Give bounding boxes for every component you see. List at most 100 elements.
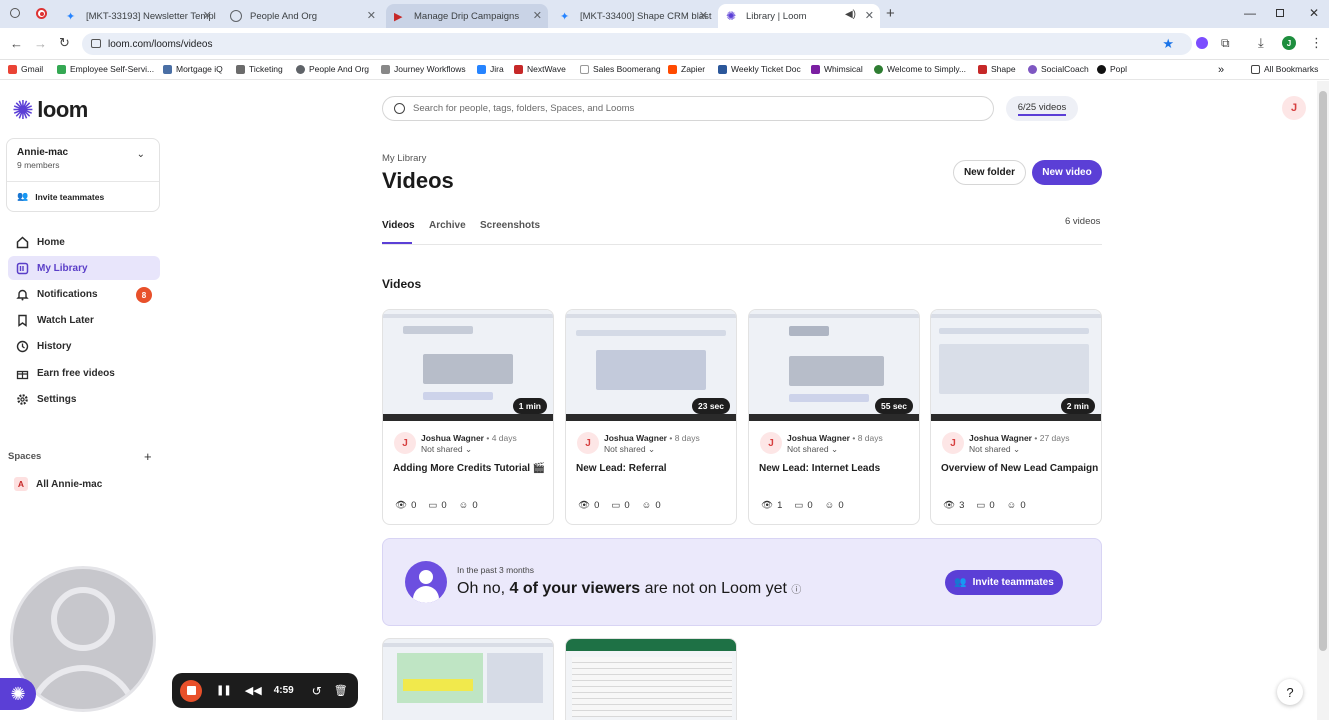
chevron-down-icon: ⌄ — [464, 444, 473, 454]
video-card[interactable]: 1 min J Joshua Wagner • 4 days Not share… — [382, 309, 554, 525]
browser-tab[interactable]: ✦ [MKT-33193] Newsletter Templ ✕ — [58, 4, 218, 28]
video-author: Joshua Wagner • 8 days — [604, 433, 700, 443]
tab-videos[interactable]: Videos — [382, 220, 415, 231]
extension-icon[interactable] — [1196, 37, 1208, 49]
sidebar-item-earn-free-videos[interactable]: Earn free videos — [8, 361, 160, 385]
close-icon[interactable]: ✕ — [699, 9, 708, 22]
bookmark-item[interactable]: Popl — [1097, 64, 1127, 74]
site-info-icon[interactable] — [91, 39, 101, 48]
minimize-button[interactable]: — — [1244, 6, 1256, 20]
profile-avatar[interactable]: J — [1282, 36, 1296, 50]
sidebar-item-home[interactable]: Home — [8, 230, 160, 254]
close-icon[interactable]: ✕ — [203, 9, 212, 22]
back-icon[interactable]: ← — [10, 36, 23, 51]
video-thumbnail[interactable]: 23 sec — [566, 310, 736, 421]
tab-screenshots[interactable]: Screenshots — [480, 220, 540, 231]
video-title[interactable]: New Lead: Internet Leads — [759, 463, 880, 474]
video-thumbnail[interactable]: 1 min — [383, 310, 553, 421]
bookmark-item[interactable]: Zapier — [668, 64, 705, 74]
download-icon[interactable]: ⤓ — [1258, 35, 1264, 51]
menu-kebab-icon[interactable]: ⋮ — [1310, 35, 1323, 51]
bookmark-item[interactable]: Jira — [477, 64, 504, 74]
maximize-button[interactable] — [1276, 6, 1284, 20]
bookmark-item[interactable]: Gmail — [8, 64, 43, 74]
video-title[interactable]: Adding More Credits Tutorial 🎬 — [393, 463, 545, 474]
extensions-puzzle-icon[interactable]: ⧉ — [1221, 36, 1230, 51]
bookmark-item[interactable]: Sales Boomerang — [580, 64, 661, 74]
record-indicator-icon[interactable] — [36, 8, 47, 19]
close-icon[interactable]: ✕ — [865, 9, 874, 22]
help-button[interactable]: ? — [1277, 679, 1303, 705]
bookmark-item[interactable]: SocialCoach — [1028, 64, 1089, 74]
new-video-button[interactable]: New video — [1032, 160, 1102, 185]
invite-teammates-button[interactable]: 👥 Invite teammates — [945, 570, 1063, 595]
window-close-button[interactable]: ✕ — [1309, 6, 1319, 20]
reload-icon[interactable]: ↻ — [59, 35, 70, 51]
duration-badge: 55 sec — [875, 398, 913, 414]
url-field[interactable]: loom.com/looms/videos ★ — [82, 33, 1192, 55]
scrollbar[interactable] — [1317, 81, 1329, 720]
browser-tab[interactable]: People And Org ✕ — [222, 4, 382, 28]
tab-search-icon[interactable] — [10, 8, 20, 18]
forward-icon[interactable]: → — [34, 36, 47, 51]
browser-tab-active[interactable]: ✺ Library | Loom ◀) ✕ — [718, 4, 880, 28]
video-card[interactable]: 2 min J Joshua Wagner • 27 days Not shar… — [930, 309, 1102, 525]
share-status-dropdown[interactable]: Not shared ⌄ — [421, 444, 472, 455]
space-item-all-annie-mac[interactable]: A All Annie-mac — [14, 477, 102, 491]
video-title[interactable]: New Lead: Referral — [576, 463, 667, 474]
page-title: Videos — [382, 168, 454, 193]
speaker-icon[interactable]: ◀) — [845, 9, 856, 20]
bookmark-item[interactable]: Whimsical — [811, 64, 863, 74]
video-thumbnail[interactable] — [566, 639, 736, 720]
bookmark-item[interactable]: NextWave — [514, 64, 566, 74]
workspace-switcher[interactable]: Annie-mac 9 members ⌄ 👥 Invite teammates — [6, 138, 160, 212]
scrollbar-thumb[interactable] — [1319, 91, 1327, 651]
bookmark-item[interactable]: Ticketing — [236, 64, 283, 74]
tab-archive[interactable]: Archive — [429, 220, 466, 231]
share-status-dropdown[interactable]: Not shared ⌄ — [604, 444, 655, 455]
bookmark-star-icon[interactable]: ★ — [1162, 36, 1174, 52]
bookmark-item[interactable]: Mortgage iQ — [163, 64, 223, 74]
info-icon[interactable]: ⓘ — [791, 585, 801, 596]
bookmark-item[interactable]: Shape — [978, 64, 1016, 74]
video-card[interactable] — [382, 638, 554, 720]
sidebar-item-notifications[interactable]: Notifications 8 — [8, 282, 160, 306]
bookmark-favicon — [381, 64, 390, 74]
video-thumbnail[interactable]: 2 min — [931, 310, 1101, 421]
sidebar-item-history[interactable]: History — [8, 334, 160, 358]
video-thumbnail[interactable]: 55 sec — [749, 310, 919, 421]
bookmark-item[interactable]: Welcome to Simply... — [874, 64, 966, 74]
bookmark-item[interactable]: Employee Self-Servi... — [57, 64, 154, 74]
all-bookmarks[interactable]: All Bookmarks — [1251, 64, 1318, 74]
share-status-dropdown[interactable]: Not shared ⌄ — [787, 444, 838, 455]
user-avatar[interactable]: J — [1282, 96, 1306, 120]
add-space-button[interactable]: + — [144, 449, 152, 464]
loom-logo[interactable]: ✺ loom — [12, 97, 88, 123]
video-card[interactable] — [565, 638, 737, 720]
share-status-dropdown[interactable]: Not shared ⌄ — [969, 444, 1020, 455]
video-quota[interactable]: 6/25 videos — [1006, 96, 1078, 121]
new-tab-button[interactable]: + — [886, 5, 895, 22]
close-icon[interactable]: ✕ — [367, 9, 376, 22]
bookmark-item[interactable]: Journey Workflows — [381, 64, 466, 74]
loom-recorder-button[interactable]: ✺ — [0, 678, 36, 710]
video-thumbnail[interactable] — [383, 639, 553, 720]
browser-tab[interactable]: ✦ [MKT-33400] Shape CRM blast ✕ — [552, 4, 714, 28]
sidebar-item-settings[interactable]: Settings — [8, 387, 160, 411]
new-folder-button[interactable]: New folder — [953, 160, 1026, 185]
bookmark-item[interactable]: People And Org — [296, 64, 369, 74]
sidebar-item-my-library[interactable]: My Library — [8, 256, 160, 280]
chevron-down-icon[interactable]: ⌄ — [137, 149, 145, 160]
browser-tab[interactable]: ▶ Manage Drip Campaigns ✕ — [386, 4, 548, 28]
tab-title: [MKT-33193] Newsletter Templ — [86, 10, 216, 22]
invite-teammates-link[interactable]: 👥 Invite teammates — [17, 191, 104, 202]
breadcrumb[interactable]: My Library — [382, 153, 426, 164]
video-title[interactable]: Overview of New Lead Campaign — [941, 463, 1098, 474]
bookmark-item[interactable]: Weekly Ticket Doc — [718, 64, 801, 74]
video-card[interactable]: 55 sec J Joshua Wagner • 8 days Not shar… — [748, 309, 920, 525]
video-card[interactable]: 23 sec J Joshua Wagner • 8 days Not shar… — [565, 309, 737, 525]
sidebar-item-watch-later[interactable]: Watch Later — [8, 308, 160, 332]
close-icon[interactable]: ✕ — [533, 9, 542, 22]
bookmarks-overflow-icon[interactable]: » — [1218, 64, 1224, 76]
search-input[interactable]: Search for people, tags, folders, Spaces… — [382, 96, 994, 121]
